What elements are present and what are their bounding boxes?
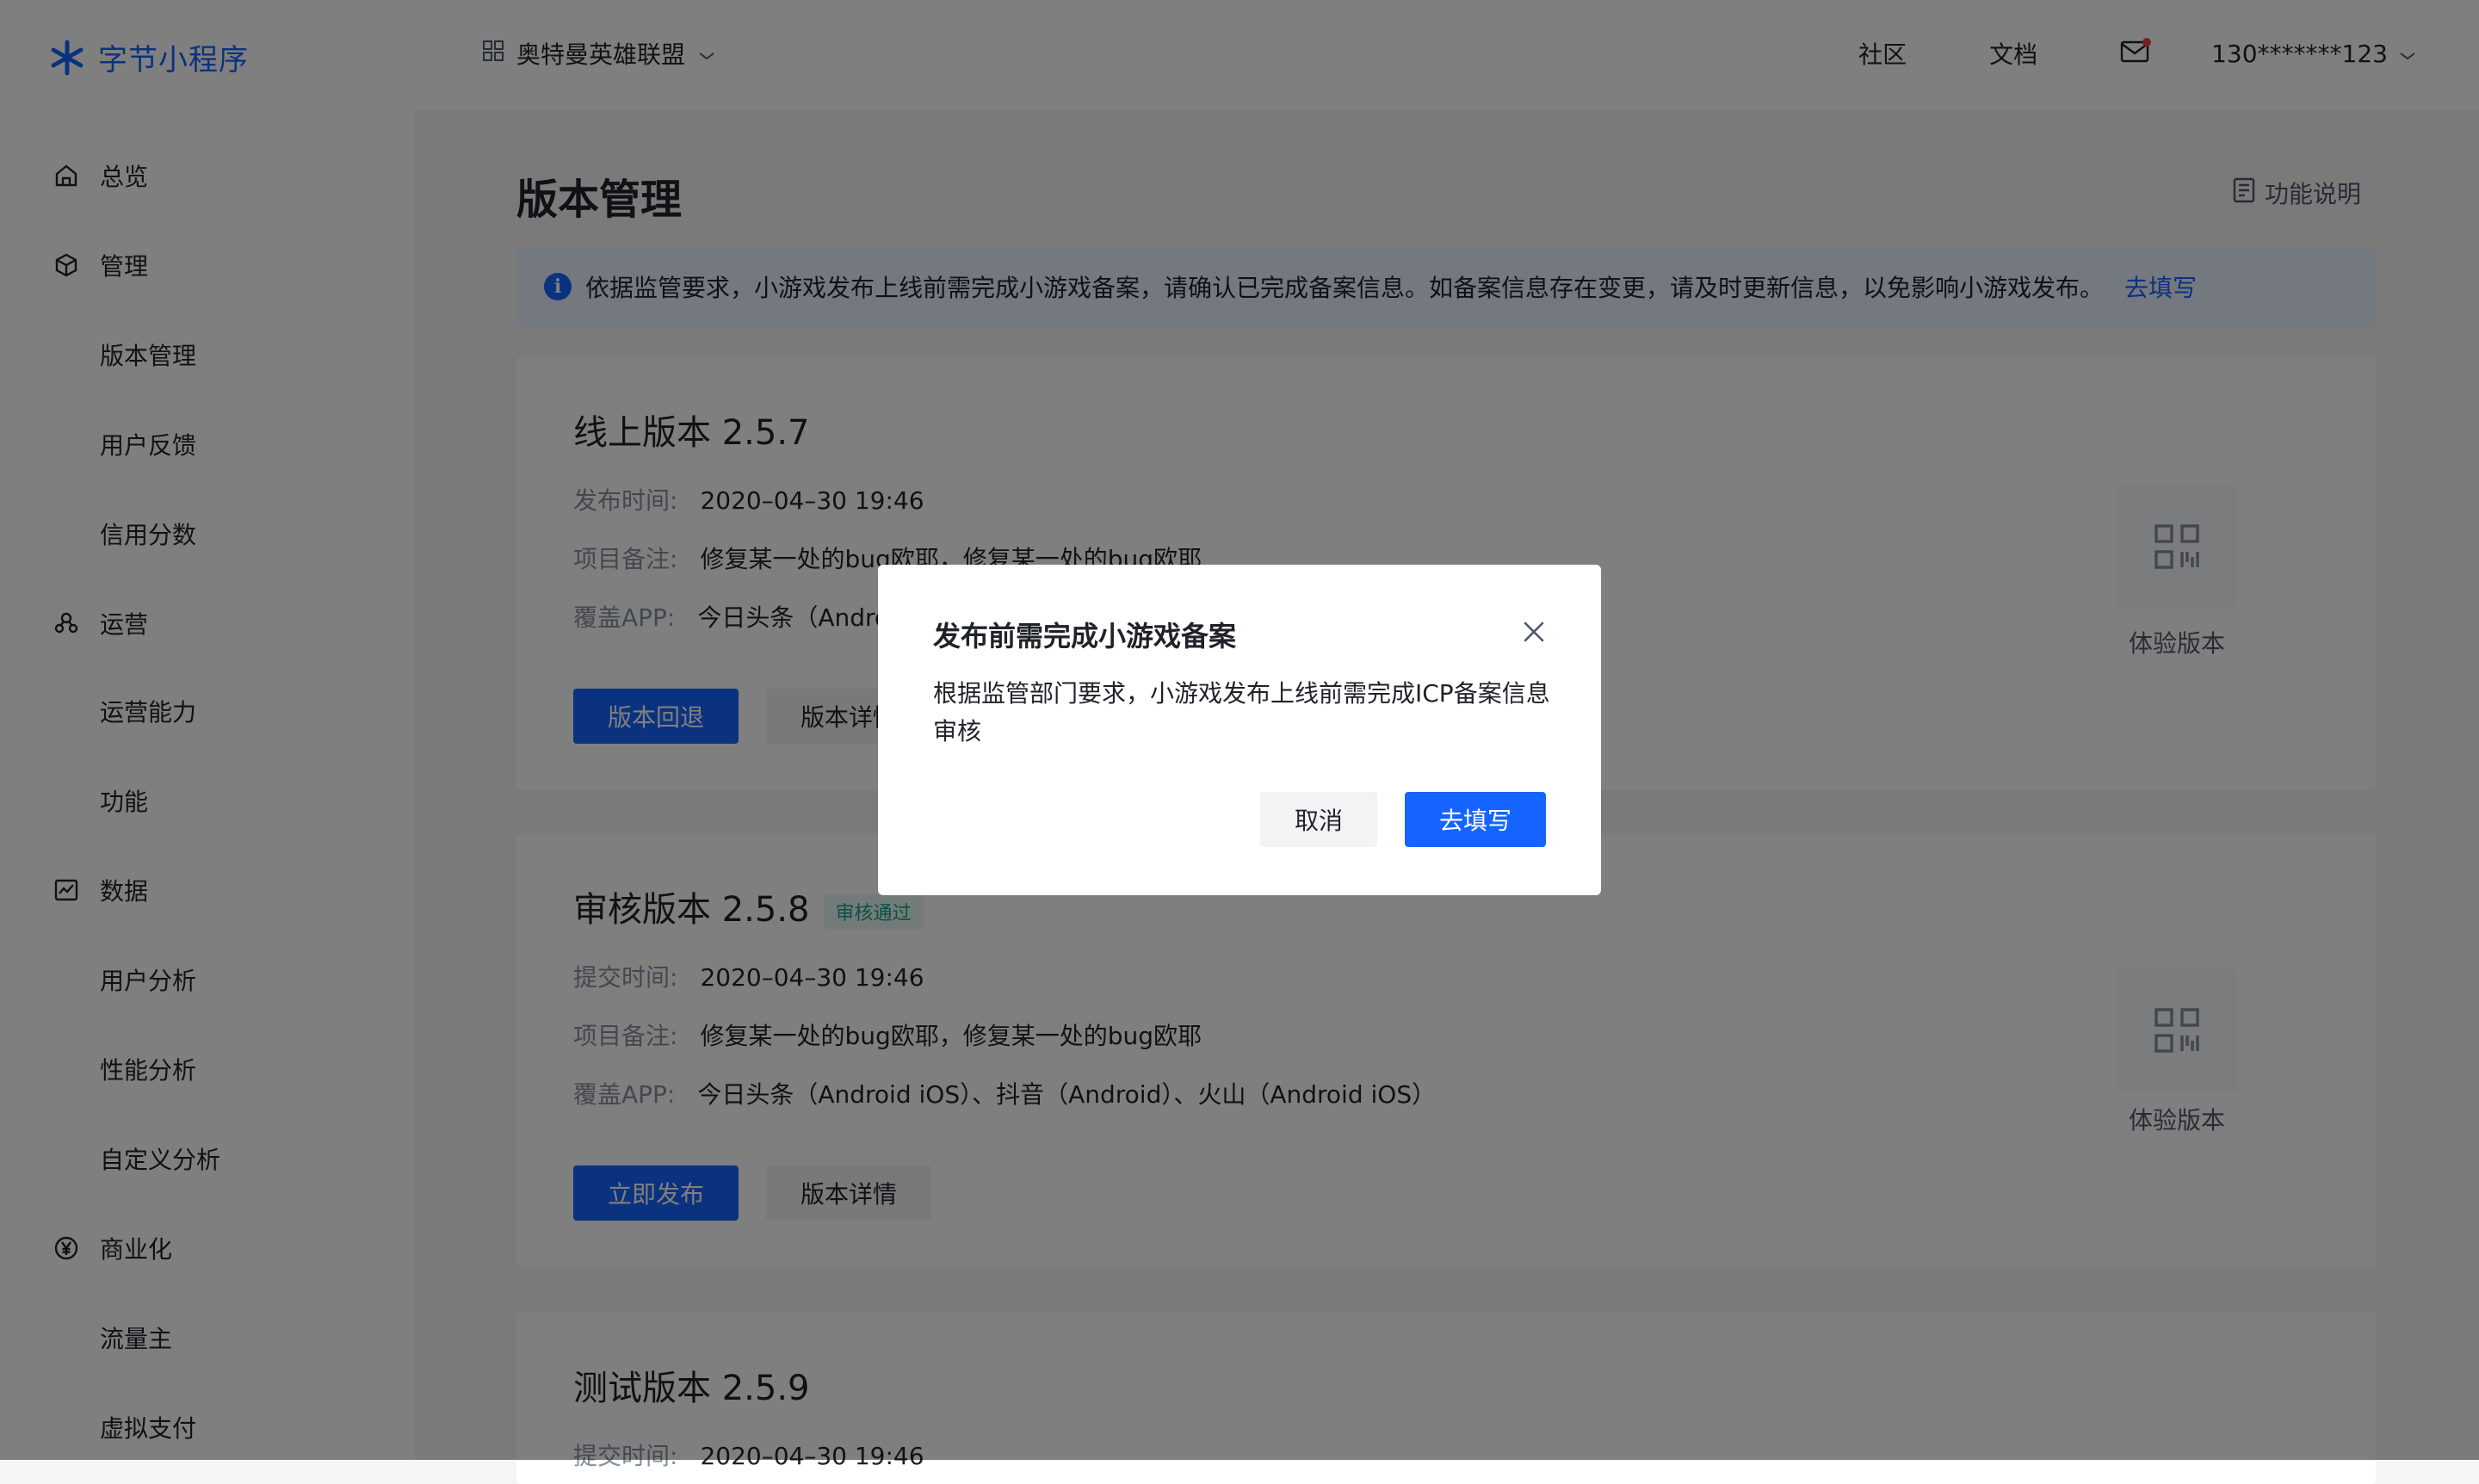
filing-required-dialog: 发布前需完成小游戏备案 根据监管部门要求，小游戏发布上线前需完成ICP备案信息审…: [878, 565, 1601, 895]
dialog-body: 根据监管部门要求，小游戏发布上线前需完成ICP备案信息审核: [933, 679, 1550, 745]
cancel-button[interactable]: 取消: [1260, 792, 1377, 847]
go-fill-button[interactable]: 去填写: [1405, 792, 1546, 847]
dialog-title: 发布前需完成小游戏备案: [933, 620, 1237, 652]
close-icon[interactable]: [1518, 616, 1549, 647]
